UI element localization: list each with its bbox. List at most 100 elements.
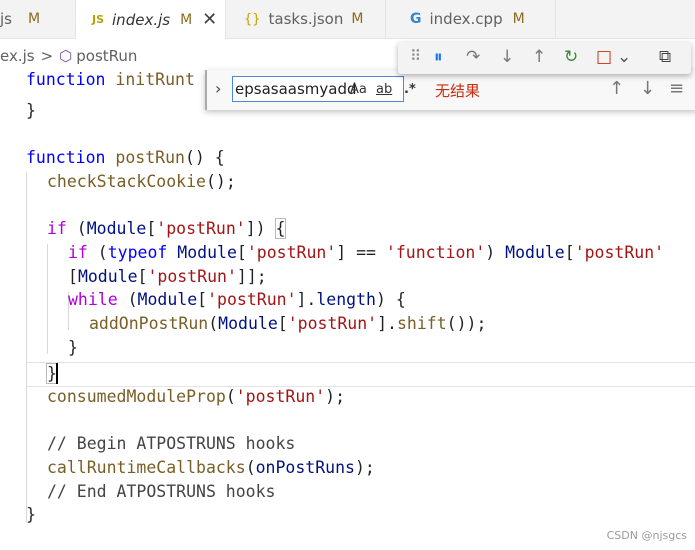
code-line-10: while (Module['postRun'].length) { [68, 288, 406, 311]
identifier: length [316, 290, 376, 309]
modified-indicator: M [512, 11, 525, 27]
restart-icon[interactable]: ↻ [564, 47, 578, 67]
keyword: function [26, 148, 106, 167]
indent-guide [47, 244, 48, 354]
keyword: typeof [107, 243, 168, 262]
disconnect-icon[interactable]: ⧉ [659, 47, 671, 67]
string: 'function' [385, 243, 486, 262]
punctuation: ( [87, 243, 108, 262]
breadcrumb-separator: > [40, 47, 54, 65]
punctuation [167, 243, 177, 262]
toggle-replace-chevron-icon[interactable]: › [215, 79, 221, 98]
json-file-icon: {} [244, 11, 261, 27]
punctuation: ( [66, 219, 87, 238]
function-call: addOnPostRun [89, 314, 209, 333]
string: 'postRun' [147, 267, 237, 286]
punctuation: ( [245, 458, 256, 477]
tab-index-cpp[interactable]: G index.cpp M [386, 0, 556, 38]
cpp-file-icon: G [410, 11, 422, 27]
step-into-icon[interactable]: ↓ [500, 47, 514, 67]
modified-indicator: M [180, 11, 193, 28]
punctuation: ) { [375, 290, 406, 309]
modified-indicator: M [27, 11, 41, 27]
code-line-1: function initRunt [26, 68, 195, 91]
close-icon[interactable]: ✕ [202, 9, 217, 30]
punctuation: ]) [245, 219, 276, 238]
string: 'postRun' [156, 219, 246, 238]
punctuation: (); [205, 172, 236, 191]
stop-icon[interactable]: □ [596, 47, 612, 67]
code-line-11: addOnPostRun(Module['postRun'].shift()); [89, 312, 486, 335]
keyword: if [68, 243, 88, 262]
matched-brace: { [274, 218, 287, 239]
find-widget: › epsasaasmyadd Aa ab .* 无结果 ↑ ↓ ≡ [205, 70, 695, 110]
code-line-5: checkStackCookie(); [47, 170, 236, 193]
whole-word-toggle[interactable]: ab [376, 82, 392, 97]
chevron-down-icon[interactable]: ⌄ [617, 47, 631, 67]
keyword: while [68, 290, 118, 309]
identifier: Module [218, 314, 278, 333]
punctuation: ); [325, 387, 346, 406]
breadcrumb-symbol[interactable]: postRun [76, 47, 137, 65]
text-cursor [56, 363, 58, 384]
watermark: CSDN @njsgcs [606, 529, 687, 542]
punctuation: () { [184, 148, 225, 167]
tab-label: index.cpp [429, 10, 503, 28]
code-line-18: // End ATPOSTRUNS hooks [47, 482, 276, 501]
code-line-8: if (typeof Module['postRun'] == 'functio… [68, 241, 664, 264]
tab-tasks-json[interactable]: {} tasks.json M [226, 0, 386, 38]
breadcrumb: ex.js > ⬡ postRun [0, 44, 137, 68]
code-line-19: } [26, 505, 36, 524]
match-case-toggle[interactable]: Aa [350, 82, 367, 97]
tab-index-js[interactable]: JS index.js M ✕ [76, 0, 226, 39]
string: 'postRun' [246, 243, 337, 262]
tab-label: js [0, 10, 12, 28]
tab-bar: js M JS index.js M ✕ {} tasks.json M G i… [0, 0, 695, 39]
find-result-status: 无结果 [435, 82, 481, 100]
punctuation: ( [225, 387, 236, 406]
tab-label: index.js [112, 10, 171, 29]
code-editor[interactable]: function initRunt } function postRun() {… [0, 68, 695, 550]
function-name: postRun [115, 148, 185, 167]
string: 'postRun' [207, 290, 297, 309]
javascript-file-icon: JS [92, 13, 105, 26]
previous-match-icon[interactable]: ↑ [609, 78, 624, 99]
function-name: initRunt [115, 70, 195, 89]
step-out-icon[interactable]: ↑ [532, 47, 546, 67]
code-line-12: } [68, 338, 78, 357]
string: 'postRun' [574, 243, 665, 262]
punctuation: ] == [336, 243, 386, 262]
punctuation: [ [197, 290, 208, 309]
punctuation: ( [208, 314, 219, 333]
function-call: shift [396, 314, 447, 333]
indent-guide [26, 172, 27, 522]
identifier: Module [77, 267, 138, 286]
punctuation: ]. [377, 314, 397, 333]
identifier: Module [137, 290, 198, 309]
next-match-icon[interactable]: ↓ [640, 78, 655, 99]
punctuation: ]]; [236, 267, 267, 286]
drag-grip-icon[interactable]: ⠿ [410, 47, 421, 65]
punctuation: [ [564, 243, 575, 262]
debug-toolbar: ⠿ ⏸ ↷ ↓ ↑ ↻ □ ⌄ ⧉ [398, 42, 691, 74]
step-over-icon[interactable]: ↷ [466, 47, 480, 67]
breadcrumb-file[interactable]: ex.js [0, 47, 35, 65]
identifier: Module [505, 243, 565, 262]
identifier: onPostRuns [255, 458, 355, 477]
punctuation: ); [354, 458, 375, 477]
code-line-2: } [26, 101, 36, 120]
code-line-14: consumedModuleProp('postRun'); [47, 385, 345, 408]
find-menu-icon[interactable]: ≡ [669, 78, 684, 99]
code-line-4: function postRun() { [26, 146, 225, 169]
code-line-9: [Module['postRun']]; [68, 265, 267, 288]
tab-label: tasks.json [268, 10, 344, 28]
regex-toggle[interactable]: .* [404, 82, 416, 97]
punctuation: ]. [296, 290, 317, 309]
function-call: checkStackCookie [47, 172, 206, 191]
pause-icon[interactable]: ⏸ [434, 47, 443, 67]
punctuation: [ [137, 267, 148, 286]
punctuation: [ [68, 267, 78, 286]
current-line-highlight [26, 362, 695, 387]
tab-previous-js[interactable]: js M [0, 0, 76, 38]
punctuation: ()); [446, 314, 487, 333]
